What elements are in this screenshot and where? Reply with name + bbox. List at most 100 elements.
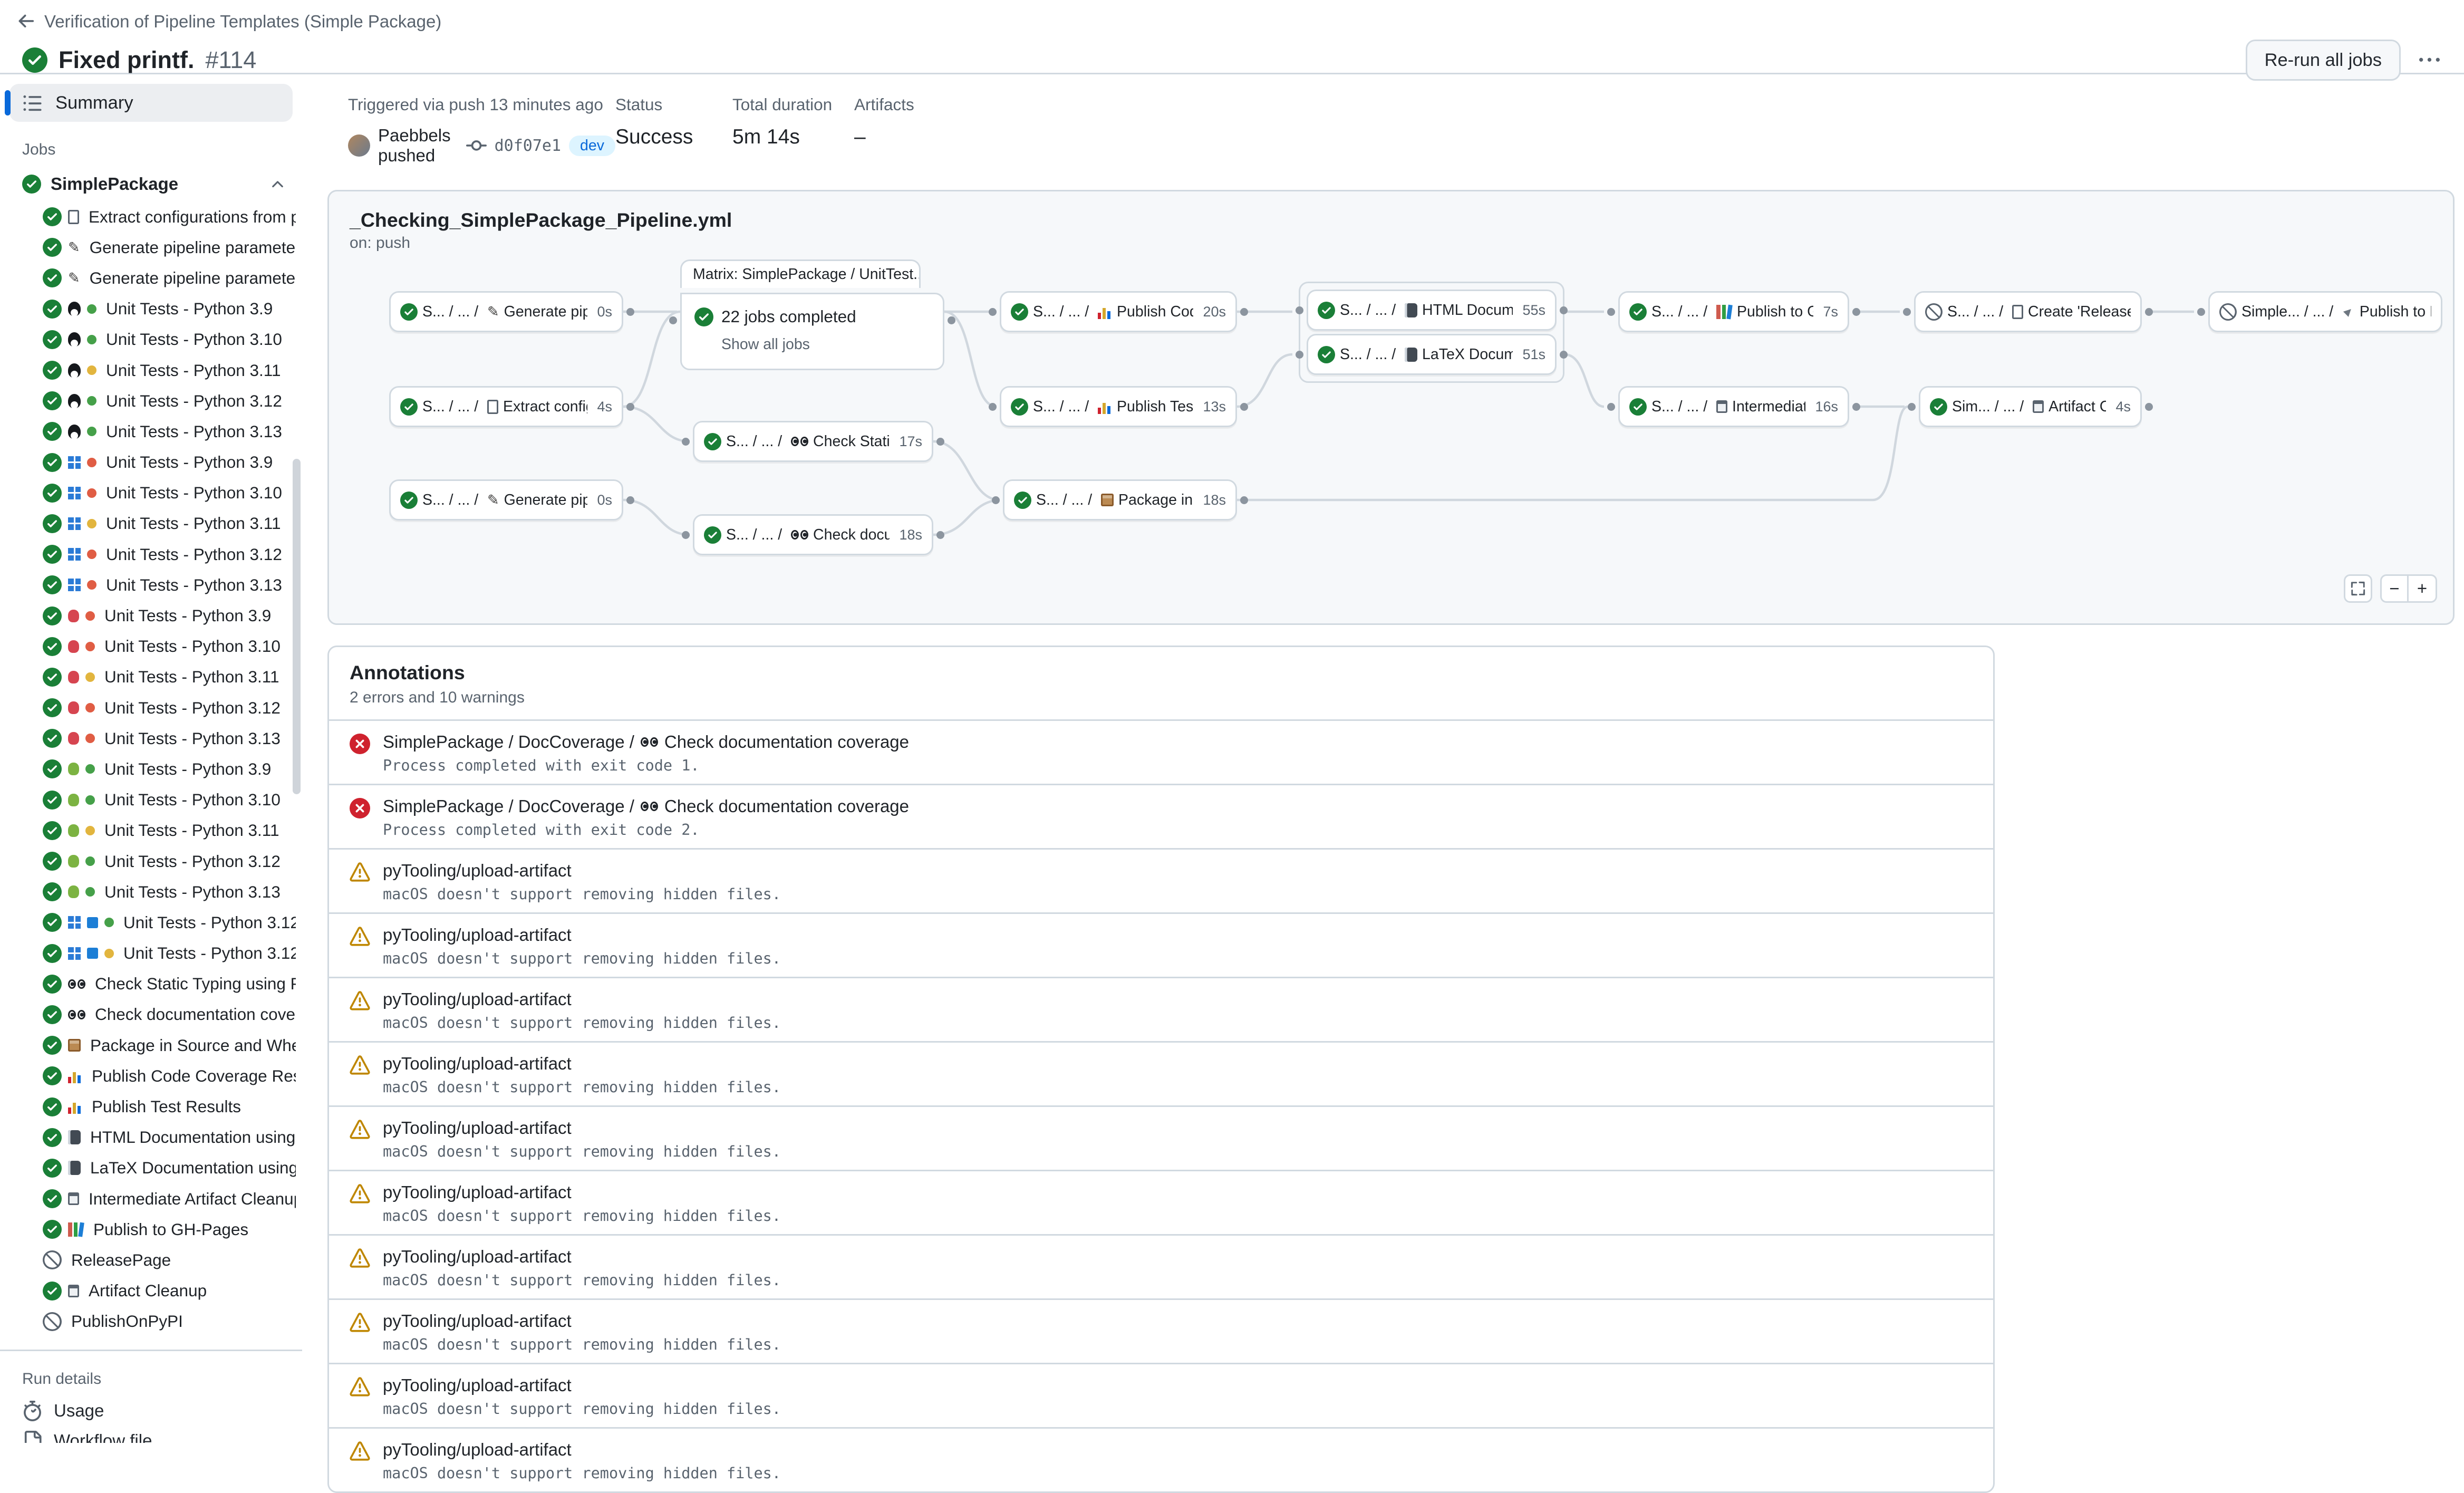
sidebar-item-summary[interactable]: Summary [9,84,293,122]
sidebar-scrollbar[interactable] [293,459,301,794]
breadcrumb-workflow-link[interactable]: Verification of Pipeline Templates (Simp… [44,12,441,32]
fullscreen-button[interactable] [2344,574,2372,603]
sidebar-job-item[interactable]: Publish to GH-Pages [0,1214,302,1245]
sidebar-job-item[interactable]: Check documentation covera... [0,999,302,1030]
sidebar-job-item[interactable]: Unit Tests - Python 3.12 [0,846,302,876]
sidebar-job-item[interactable]: PublishOnPyPI [0,1306,302,1337]
graph-node[interactable]: S... / ... / Check Static Ty...17s [693,421,933,462]
sidebar-job-item[interactable]: Extract configurations from p... [0,201,302,232]
sidebar-job-item[interactable]: Unit Tests - Python 3.12 [0,938,302,969]
chart-icon [68,1100,82,1114]
annotation-message: Process completed with exit code 1. [383,757,909,774]
job-label: Publish to GH-Pages [93,1220,248,1239]
sidebar-job-item[interactable]: HTML Documentation using ... [0,1122,302,1153]
success-icon [1011,398,1028,416]
back-arrow-icon[interactable] [16,11,36,32]
sidebar-job-item[interactable]: Intermediate Artifact Cleanup [0,1183,302,1214]
graph-node[interactable]: S... / ... / Check docume...18s [693,514,933,555]
sidebar-job-item[interactable]: ReleasePage [0,1245,302,1275]
sidebar-job-item[interactable]: Unit Tests - Python 3.11 [0,815,302,846]
graph-node[interactable]: S... / ... / Extract configur...4s [389,386,623,427]
sidebar-job-item[interactable]: Unit Tests - Python 3.9 [0,754,302,784]
sidebar-job-item[interactable]: Unit Tests - Python 3.12 [0,539,302,570]
sidebar-job-item[interactable]: Publish Code Coverage Results [0,1061,302,1091]
sidebar-job-item[interactable]: Check Static Typing using Pyt... [0,969,302,999]
graph-node[interactable]: S... / ... / Create 'Release Pa... [1914,291,2142,332]
graph-node[interactable]: S... / ... / Intermediate A...16s [1618,386,1849,427]
graph-node[interactable]: S... / ... / ✎Generate pipelin...0s [389,291,623,332]
annotation-title[interactable]: pyTooling/upload-artifact [383,1118,572,1138]
sidebar-item-workflow-file[interactable]: Workflow file [0,1426,302,1443]
sidebar-job-item[interactable]: Unit Tests - Python 3.12 [0,692,302,723]
sidebar-job-item[interactable]: Unit Tests - Python 3.11 [0,508,302,539]
branch-badge[interactable]: dev [569,136,615,156]
commit-sha[interactable]: d0f07e1 [495,137,561,155]
sidebar-job-item[interactable]: ✎Generate pipeline parameters [0,263,302,293]
annotation-title[interactable]: Check documentation coverage [664,732,909,752]
sidebar-job-item[interactable]: Unit Tests - Python 3.9 [0,447,302,478]
job-label: ReleasePage [71,1250,171,1270]
node-duration: 0s [592,304,612,320]
sidebar-job-item[interactable]: Unit Tests - Python 3.11 [0,355,302,386]
summary-label: Summary [55,93,133,113]
annotation-title[interactable]: pyTooling/upload-artifact [383,861,572,881]
sidebar-job-item[interactable]: Artifact Cleanup [0,1276,302,1306]
zoom-out-button[interactable]: − [2380,574,2409,603]
run-title: Fixed printf. [59,46,195,74]
sidebar-item-usage[interactable]: Usage [0,1396,302,1426]
annotation-title[interactable]: pyTooling/upload-artifact [383,1247,572,1267]
sidebar-job-item[interactable]: Unit Tests - Python 3.10 [0,324,302,355]
sidebar-job-item[interactable]: Unit Tests - Python 3.13 [0,570,302,600]
annotation-title[interactable]: pyTooling/upload-artifact [383,925,572,945]
annotation-title[interactable]: pyTooling/upload-artifact [383,1311,572,1331]
sidebar-job-item[interactable]: Publish Test Results [0,1091,302,1122]
main-content: Triggered via push 13 minutes ago Paebbe… [302,74,2464,1443]
node-prefix: S... / ... / [726,433,786,450]
annotation-title[interactable]: pyTooling/upload-artifact [383,1054,572,1074]
success-icon [43,759,62,778]
sidebar-job-item[interactable]: Unit Tests - Python 3.10 [0,631,302,662]
graph-node[interactable]: Simple... / ... / ▲Publish to PyPI [2208,291,2442,332]
sidebar-job-item[interactable]: Unit Tests - Python 3.12 [0,386,302,416]
kebab-menu-button[interactable] [2410,41,2448,79]
sidebar-job-item[interactable]: Unit Tests - Python 3.10 [0,478,302,508]
graph-node[interactable]: S... / ... / Publish to GH-P...7s [1618,291,1849,332]
sidebar-job-item[interactable]: Unit Tests - Python 3.10 [0,785,302,815]
sidebar-job-item[interactable]: Unit Tests - Python 3.13 [0,876,302,907]
sidebar-job-item[interactable]: Unit Tests - Python 3.13 [0,416,302,447]
job-label: Check documentation covera... [95,1005,296,1024]
sidebar-job-item[interactable]: Unit Tests - Python 3.12 [0,907,302,938]
sidebar-job-item[interactable]: LaTeX Documentation using ... [0,1153,302,1183]
sidebar-job-item[interactable]: Unit Tests - Python 3.13 [0,723,302,754]
chevron-up-icon [269,176,286,193]
job-label: Unit Tests - Python 3.12 [123,913,296,932]
apple-red-icon [68,732,79,745]
sidebar-job-item[interactable]: ✎Generate pipeline parameters [0,232,302,263]
job-group-simplepackage[interactable]: SimplePackage [0,167,302,201]
node-name: Artifact Cleanup [2048,398,2106,416]
annotation-title[interactable]: Check documentation coverage [664,796,909,816]
graph-node[interactable]: Sim... / ... / Artifact Cleanup4s [1919,386,2142,427]
annotation-title[interactable]: pyTooling/upload-artifact [383,989,572,1009]
annotation-row: pyTooling/upload-artifactmacOS doesn't s… [329,848,1993,912]
matrix-node[interactable]: 22 jobs completed Show all jobs [680,293,944,370]
graph-node[interactable]: S... / ... / HTML Docume...55s [1307,290,1557,331]
book-icon [1405,348,1417,362]
graph-node[interactable]: S... / ... / Publish Code C...20s [1000,291,1237,332]
graph-node[interactable]: S... / ... / ✎Generate pipelin...0s [389,479,623,521]
annotation-title[interactable]: pyTooling/upload-artifact [383,1182,572,1202]
zoom-in-button[interactable]: + [2409,574,2437,603]
annotation-title[interactable]: pyTooling/upload-artifact [383,1375,572,1395]
graph-node[interactable]: S... / ... / Publish Test Re...13s [1000,386,1237,427]
windows-icon [68,487,81,499]
annotation-message: macOS doesn't support removing hidden fi… [383,1465,781,1482]
sidebar-job-item[interactable]: Unit Tests - Python 3.9 [0,294,302,324]
sidebar-job-item[interactable]: Package in Source and Wheel... [0,1030,302,1061]
sidebar-job-item[interactable]: Unit Tests - Python 3.11 [0,662,302,692]
graph-node[interactable]: S... / ... / Package in Sou...18s [1003,479,1237,521]
job-label: Unit Tests - Python 3.13 [104,882,281,902]
annotation-title[interactable]: pyTooling/upload-artifact [383,1440,572,1460]
show-all-jobs-link[interactable]: Show all jobs [721,336,810,353]
graph-node[interactable]: S... / ... / LaTeX Docume...51s [1307,334,1557,375]
sidebar-job-item[interactable]: Unit Tests - Python 3.9 [0,600,302,631]
